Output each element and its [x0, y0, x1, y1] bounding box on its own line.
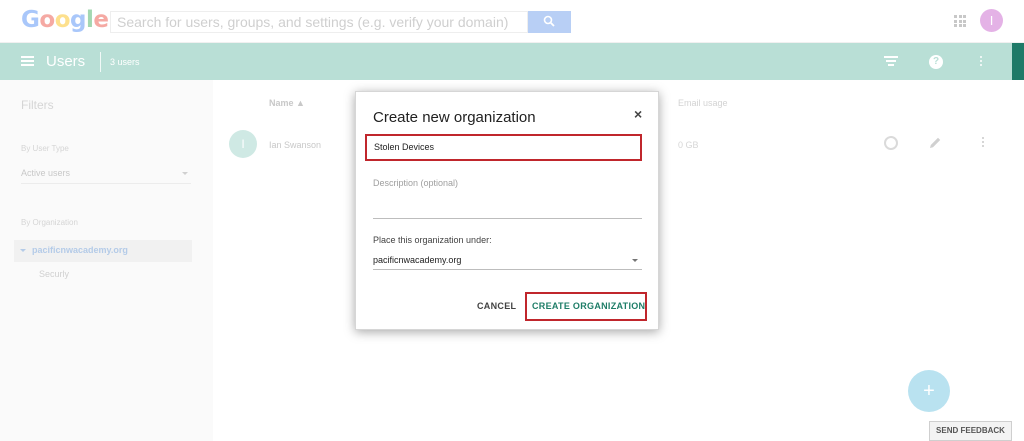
- organization-name-input[interactable]: [374, 142, 634, 152]
- cancel-button[interactable]: CANCEL: [477, 301, 516, 311]
- create-organization-dialog: Create new organization × Description (o…: [355, 91, 659, 330]
- create-organization-button[interactable]: CREATE ORGANIZATION: [532, 301, 645, 311]
- scrollbar[interactable]: [1012, 43, 1024, 80]
- edit-pencil-icon[interactable]: [928, 136, 942, 150]
- filters-title: Filters: [21, 98, 54, 112]
- users-header-bar: Users 3 users: [0, 43, 1012, 80]
- org-tree-item-child[interactable]: Securly: [39, 269, 69, 279]
- google-logo[interactable]: Google: [21, 7, 109, 33]
- user-email-usage: 0 GB: [678, 140, 699, 150]
- parent-org-label: Place this organization under:: [373, 235, 492, 245]
- user-avatar: I: [229, 130, 257, 158]
- row-more-options-icon[interactable]: [982, 137, 985, 149]
- chevron-down-icon: [632, 259, 638, 262]
- column-header-email-usage: Email usage: [678, 98, 728, 108]
- apps-grid-icon[interactable]: [954, 15, 966, 27]
- account-avatar[interactable]: I: [980, 9, 1003, 32]
- more-options-icon[interactable]: [980, 56, 983, 68]
- page-title: Users: [46, 53, 86, 70]
- user-name[interactable]: Ian Swanson: [269, 140, 321, 150]
- name-field-highlight: [365, 134, 642, 161]
- dialog-title: Create new organization: [373, 109, 536, 126]
- help-icon[interactable]: ?: [929, 55, 943, 69]
- close-icon[interactable]: ×: [634, 106, 642, 122]
- suspend-icon[interactable]: [884, 136, 898, 150]
- filter-icon[interactable]: [884, 56, 898, 66]
- description-field[interactable]: Description (optional): [373, 178, 458, 188]
- column-header-name[interactable]: Name ▲: [269, 98, 305, 108]
- top-bar: Google Search for users, groups, and set…: [0, 0, 1024, 43]
- organization-label: By Organization: [21, 218, 78, 227]
- user-count: 3 users: [110, 57, 140, 67]
- search-input[interactable]: Search for users, groups, and settings (…: [110, 11, 528, 33]
- header-divider: [100, 52, 101, 72]
- send-feedback-button[interactable]: SEND FEEDBACK: [929, 421, 1012, 441]
- search-button[interactable]: [528, 11, 571, 33]
- filters-panel: Filters By User Type Active users By Org…: [0, 80, 213, 441]
- create-button-highlight: CREATE ORGANIZATION: [525, 292, 647, 321]
- expand-caret-icon[interactable]: [20, 249, 26, 252]
- menu-icon[interactable]: [21, 56, 34, 66]
- description-underline: [373, 218, 642, 219]
- parent-org-select[interactable]: pacificnwacademy.org: [373, 252, 642, 270]
- search-icon: [543, 15, 555, 27]
- user-type-label: By User Type: [21, 144, 69, 153]
- add-user-button[interactable]: +: [908, 370, 950, 412]
- user-type-select[interactable]: Active users: [21, 168, 191, 184]
- chevron-down-icon: [182, 172, 188, 175]
- org-tree-item-root[interactable]: pacificnwacademy.org: [14, 240, 192, 262]
